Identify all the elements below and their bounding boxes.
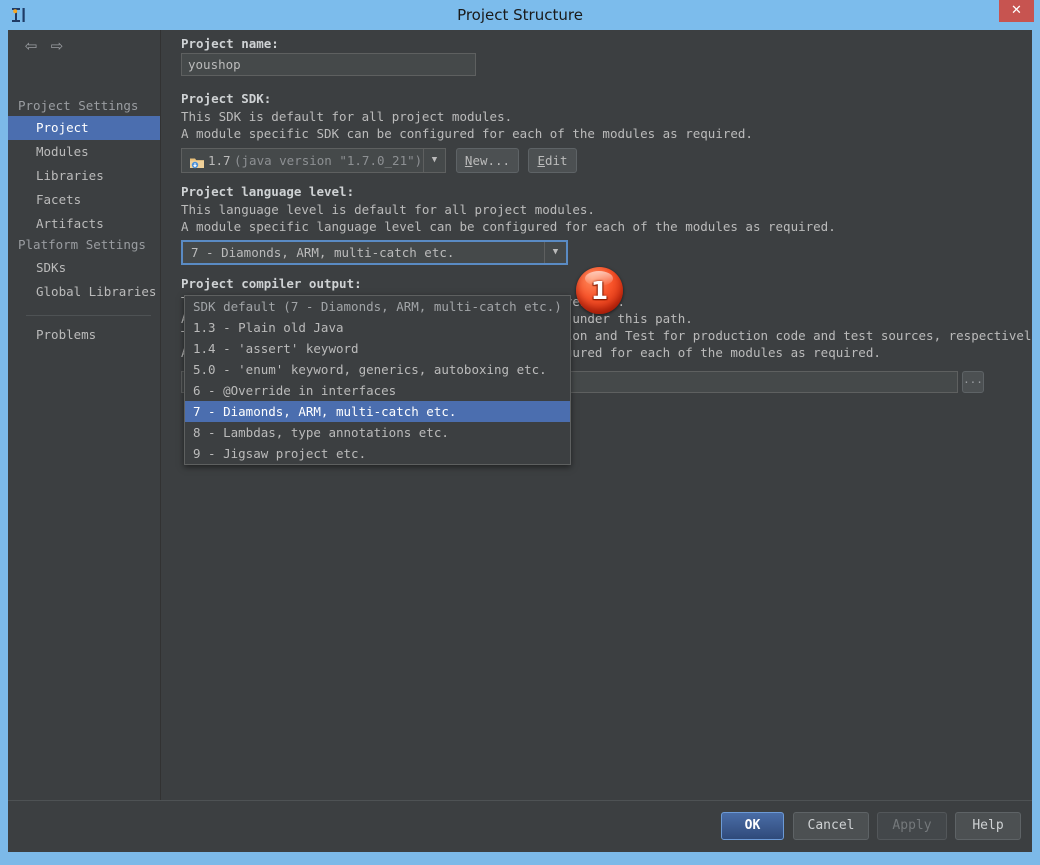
new-sdk-button[interactable]: New... bbox=[456, 148, 519, 173]
settings-sidebar: ⇦ ⇨ Project Settings Platform Settings P… bbox=[8, 30, 161, 800]
window-titlebar: Project Structure ✕ bbox=[0, 0, 1040, 30]
dropdown-option-6[interactable]: 6 - @Override in interfaces bbox=[185, 380, 570, 401]
forward-arrow-icon[interactable]: ⇨ bbox=[48, 36, 66, 56]
compiler-output-label: Project compiler output: bbox=[181, 276, 362, 291]
project-structure-window: Project Structure ✕ ⇦ ⇨ Project Settings… bbox=[0, 0, 1040, 865]
dropdown-option-9[interactable]: 9 - Jigsaw project etc. bbox=[185, 443, 570, 464]
sidebar-item-facets[interactable]: Facets bbox=[8, 188, 160, 212]
step-badge-number: 1 bbox=[576, 267, 623, 314]
dropdown-option-5-0[interactable]: 5.0 - 'enum' keyword, generics, autoboxi… bbox=[185, 359, 570, 380]
project-sdk-combo[interactable]: 1.7 (java version "1.7.0_21") ▼ bbox=[181, 148, 446, 173]
sidebar-nav-arrows: ⇦ ⇨ bbox=[18, 36, 78, 58]
dropdown-option-sdk-default[interactable]: SDK default (7 - Diamonds, ARM, multi-ca… bbox=[185, 296, 570, 317]
sidebar-item-problems[interactable]: Problems bbox=[8, 323, 160, 347]
step-badge-1: 1 bbox=[576, 267, 623, 314]
project-sdk-desc-1: This SDK is default for all project modu… bbox=[181, 109, 512, 124]
project-sdk-label: Project SDK: bbox=[181, 91, 271, 106]
ok-button[interactable]: OK bbox=[721, 812, 784, 840]
language-level-selected-value: 7 - Diamonds, ARM, multi-catch etc. bbox=[191, 242, 454, 263]
sidebar-item-project[interactable]: Project bbox=[8, 116, 160, 140]
project-sdk-version: 1.7 bbox=[208, 149, 231, 172]
back-arrow-icon[interactable]: ⇦ bbox=[22, 36, 40, 56]
project-sdk-desc-2: A module specific SDK can be configured … bbox=[181, 126, 753, 141]
language-level-desc-2: A module specific language level can be … bbox=[181, 219, 836, 234]
dropdown-option-8[interactable]: 8 - Lambdas, type annotations etc. bbox=[185, 422, 570, 443]
sidebar-item-artifacts[interactable]: Artifacts bbox=[8, 212, 160, 236]
chevron-down-icon[interactable]: ▼ bbox=[544, 242, 566, 263]
cancel-button[interactable]: Cancel bbox=[793, 812, 869, 840]
language-level-combo[interactable]: 7 - Diamonds, ARM, multi-catch etc. ▼ bbox=[181, 240, 568, 265]
sidebar-item-global-libraries[interactable]: Global Libraries bbox=[8, 280, 160, 304]
sidebar-item-modules[interactable]: Modules bbox=[8, 140, 160, 164]
sidebar-item-sdks[interactable]: SDKs bbox=[8, 256, 160, 280]
dialog-body: ⇦ ⇨ Project Settings Platform Settings P… bbox=[8, 30, 1032, 852]
language-level-label: Project language level: bbox=[181, 184, 354, 199]
help-button[interactable]: Help bbox=[955, 812, 1021, 840]
edit-sdk-button[interactable]: Edit bbox=[528, 148, 577, 173]
project-name-input[interactable]: youshop bbox=[181, 53, 476, 76]
browse-path-button[interactable]: ... bbox=[962, 371, 984, 393]
sidebar-item-libraries[interactable]: Libraries bbox=[8, 164, 160, 188]
project-sdk-detail: (java version "1.7.0_21") bbox=[234, 149, 422, 172]
chevron-down-icon[interactable]: ▼ bbox=[423, 149, 445, 172]
window-title: Project Structure bbox=[0, 0, 1040, 30]
dialog-footer: OK Cancel Apply Help bbox=[8, 800, 1032, 852]
dropdown-option-1-4[interactable]: 1.4 - 'assert' keyword bbox=[185, 338, 570, 359]
dropdown-option-7[interactable]: 7 - Diamonds, ARM, multi-catch etc. bbox=[185, 401, 570, 422]
sdk-folder-icon bbox=[190, 154, 204, 166]
sidebar-divider bbox=[26, 315, 151, 316]
sidebar-group-project-settings: Project Settings bbox=[18, 96, 161, 116]
language-level-dropdown-popup: SDK default (7 - Diamonds, ARM, multi-ca… bbox=[184, 295, 571, 465]
language-level-desc-1: This language level is default for all p… bbox=[181, 202, 595, 217]
close-icon[interactable]: ✕ bbox=[999, 0, 1034, 22]
project-name-label: Project name: bbox=[181, 36, 279, 51]
dropdown-option-1-3[interactable]: 1.3 - Plain old Java bbox=[185, 317, 570, 338]
apply-button: Apply bbox=[877, 812, 947, 840]
sidebar-group-platform-settings: Platform Settings bbox=[18, 235, 161, 255]
